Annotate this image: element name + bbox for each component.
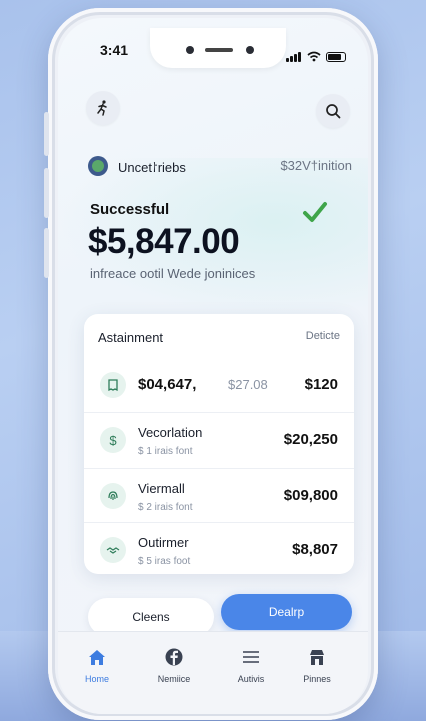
tab-label: Nemiice [157,674,191,684]
search-icon [326,104,341,119]
transaction-name: $04,647, [138,376,197,393]
card-detail-link[interactable]: Deticte [306,330,340,342]
status-time: 3:41 [100,42,129,58]
search-button[interactable] [316,94,350,128]
payment-amount: $5,847.00 [88,222,240,261]
camera-dot [246,46,254,54]
battery-icon [326,52,346,62]
tab-label: Pinnes [303,674,331,684]
fingerprint-icon [100,483,126,509]
phone-screen: 3:41 Uncet⸷riebs $32V†inition Successful… [58,18,368,714]
status-icons [286,44,346,62]
list-icon [216,646,286,668]
transaction-sub: $ 1 irais font [138,446,193,457]
signal-icon [286,44,302,62]
card-title: Astainment [98,330,164,345]
tab-home[interactable]: Home [62,646,132,684]
handshake-icon [100,537,126,563]
home-icon [62,646,132,668]
dynamic-notch [150,28,286,68]
tab-bar: Home Nemiice Autivis Pinnes [58,631,368,714]
transaction-amount: $20,250 [283,431,338,448]
receipt-icon [100,372,126,398]
transaction-row[interactable]: Viermall $ 2 irais font $09,800 [84,468,354,525]
transaction-sub: $ 5 iras foot [138,556,191,567]
speaker-grill [205,48,233,52]
transaction-row[interactable]: $ Vecorlation $ 1 irais font $20,250 [84,412,354,469]
transaction-amount: $120 [304,376,338,393]
transaction-name: Viermall [138,481,185,496]
transaction-amount: $8,807 [292,541,338,558]
primary-button[interactable]: Dealrp [221,594,352,630]
transaction-row[interactable]: Outirmer $ 5 iras foot $8,807 [84,522,354,579]
account-avatar-icon [88,156,108,176]
phone-frame: 3:41 Uncet⸷riebs $32V†inition Successful… [44,8,378,720]
payment-subtitle: infreace ootil Wede joninices [90,266,256,281]
transaction-name: Vecorlation [138,425,203,440]
transaction-name: Outirmer [138,535,189,550]
volume-down-button [44,228,49,278]
wifi-icon [307,51,321,62]
dollar-icon: $ [100,427,126,453]
transaction-extra: $27.08 [228,377,268,392]
transactions-card: Astainment Deticte $04,647, $27.08 $120 … [84,314,354,574]
checkmark-icon [303,202,327,222]
tab-pinnes[interactable]: Pinnes [282,646,352,684]
account-row[interactable]: Uncet⸷riebs $32V†inition [88,154,352,178]
status-bar: 3:41 [58,28,368,68]
account-name: Uncet⸷riebs [118,160,186,175]
tab-label: Autivis [237,674,265,684]
activity-button[interactable] [86,91,120,125]
account-detail: $32V†inition [280,158,352,173]
transaction-sub: $ 2 irais font [138,502,193,513]
tab-nemiice[interactable]: Nemiice [139,646,209,684]
transaction-row[interactable]: $04,647, $27.08 $120 [84,358,354,414]
volume-up-button [44,168,49,218]
tab-label: Home [84,674,109,684]
running-person-icon [97,100,107,116]
facebook-icon [139,646,209,668]
transaction-amount: $09,800 [283,487,338,504]
payment-status: Successful [90,201,170,218]
sensor-dot [186,46,194,54]
tab-autivis[interactable]: Autivis [216,646,286,684]
mute-switch [44,112,49,156]
shop-icon [282,646,352,668]
